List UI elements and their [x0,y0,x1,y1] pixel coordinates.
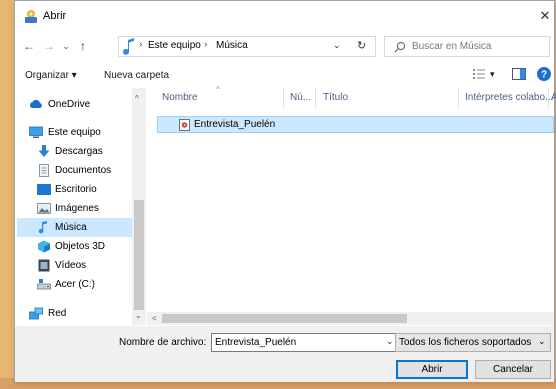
breadcrumb-este-equipo[interactable]: Este equipo [148,40,201,51]
up-button[interactable]: ↑ [75,37,91,55]
sidebar-item-imagenes[interactable]: Imágenes [17,199,143,218]
images-icon [37,203,51,214]
column-header-interpretes[interactable]: Intérpretes colabo... [465,92,553,103]
file-type-select[interactable]: Todos los ficheros soportados ⌄ [395,333,551,352]
breadcrumb-musica[interactable]: Música [216,40,248,51]
file-type-dropdown-button[interactable]: ⌄ [538,336,546,347]
sidebar-item-label: Imágenes [55,203,99,214]
cube-icon [38,240,50,253]
column-divider[interactable] [458,88,459,110]
music-icon [123,38,134,55]
app-icon [25,10,37,23]
sidebar-item-red[interactable]: Red [17,304,143,323]
sidebar-item-label: Objetos 3D [55,241,106,252]
filename-dropdown-button[interactable]: ⌄ [386,336,394,347]
filename-value: Entrevista_Puelén [215,337,297,348]
new-folder-button[interactable]: Nueva carpeta [104,70,169,81]
network-icon [29,307,43,320]
open-button[interactable]: Abrir [396,360,468,379]
desktop-background-left [0,0,12,389]
sidebar-item-escritorio[interactable]: Escritorio [17,180,143,199]
refresh-button[interactable]: ↻ [357,39,366,52]
document-icon [39,164,49,177]
sidebar-item-documentos[interactable]: Documentos [17,161,143,180]
search-placeholder: Buscar en Música [412,41,492,52]
help-icon[interactable]: ? [537,67,551,81]
cloud-icon [29,99,42,108]
desktop-icon [37,184,51,195]
scroll-down-icon[interactable]: ⌄ [135,311,142,320]
column-divider[interactable] [315,88,316,110]
sidebar-item-este-equipo[interactable]: Este equipo [17,123,143,142]
command-bar: Organizar ▾ Nueva carpeta ▾ ? [15,64,554,86]
forward-button[interactable]: → [41,37,57,55]
audio-file-icon [179,119,190,131]
download-icon [38,145,50,157]
sidebar-item-musica[interactable]: Música [17,218,143,237]
view-options-icon[interactable] [473,68,485,80]
sidebar-item-label: OneDrive [48,99,91,110]
search-box[interactable]: Buscar en Música [384,36,550,57]
drive-icon [37,279,51,290]
file-type-value: Todos los ficheros soportados [399,337,532,348]
breadcrumb-separator: › [139,39,143,50]
column-header-titulo[interactable]: Título [323,92,348,103]
organize-button[interactable]: Organizar ▾ [25,70,77,81]
column-divider[interactable] [283,88,284,110]
column-divider[interactable] [548,88,549,110]
file-list-horizontal-scrollbar[interactable]: < [147,312,554,325]
scroll-left-icon[interactable]: < [152,314,157,323]
scroll-up-icon[interactable]: ^ [135,94,139,103]
file-row[interactable]: Entrevista_Puelén [157,116,554,133]
sidebar-item-label: Escritorio [55,184,97,195]
music-icon [38,221,47,234]
search-icon [394,41,406,53]
sidebar-scrollbar[interactable]: ^ ⌄ [132,88,146,325]
scrollbar-thumb[interactable] [162,314,407,323]
sidebar-item-objetos-3d[interactable]: Objetos 3D [17,237,143,256]
column-header-numero[interactable]: Nú... [290,92,311,103]
computer-icon [29,126,43,138]
sort-ascending-icon: ^ [216,85,220,94]
scrollbar-thumb[interactable] [134,200,144,310]
window-title: Abrir [43,10,67,22]
svg-text:?: ? [541,70,547,81]
dialog-footer: Nombre de archivo: Entrevista_Puelén ⌄ T… [15,326,554,382]
sidebar-item-label: Música [55,222,87,233]
title-bar: Abrir ✕ [15,1,554,31]
recent-locations-button[interactable]: ⌄ [60,37,72,55]
file-name: Entrevista_Puelén [194,119,276,130]
sidebar-item-label: Red [48,308,67,319]
column-header-nombre[interactable]: Nombre [162,92,198,103]
video-icon [38,259,50,272]
sidebar-item-descargas[interactable]: Descargas [17,142,143,161]
sidebar-item-label: Descargas [55,146,103,157]
filename-label: Nombre de archivo: [119,337,207,348]
sidebar-item-label: Vídeos [55,260,87,271]
preview-pane-icon[interactable] [512,68,526,80]
view-dropdown-button[interactable]: ▾ [490,69,495,80]
breadcrumb-separator: › [204,39,208,50]
column-header-album[interactable]: Á [551,92,556,103]
sidebar-item-label: Acer (C:) [55,279,95,290]
address-bar[interactable]: › Este equipo › Música ⌄ ↻ [118,36,376,57]
file-list: Nombre ^ Nú... Título Intérpretes colabo… [147,85,556,314]
sidebar-item-videos[interactable]: Vídeos [17,256,143,275]
open-file-dialog: Abrir ✕ ← → ⌄ ↑ › Este equipo › Música ⌄… [14,0,556,382]
back-button[interactable]: ← [21,37,37,55]
sidebar-item-onedrive[interactable]: OneDrive [17,95,143,114]
navigation-bar: ← → ⌄ ↑ › Este equipo › Música ⌄ ↻ Busca… [15,33,554,59]
sidebar-item-acer-c[interactable]: Acer (C:) [17,275,143,294]
sidebar-item-label: Documentos [55,165,112,176]
navigation-pane: OneDrive Este equipo Descargas Documento… [15,88,146,324]
sidebar-item-label: Este equipo [48,127,101,138]
close-button[interactable]: ✕ [535,6,555,26]
address-dropdown-button[interactable]: ⌄ [333,40,341,51]
filename-input[interactable]: Entrevista_Puelén ⌄ [211,333,400,352]
cancel-button[interactable]: Cancelar [475,360,551,379]
